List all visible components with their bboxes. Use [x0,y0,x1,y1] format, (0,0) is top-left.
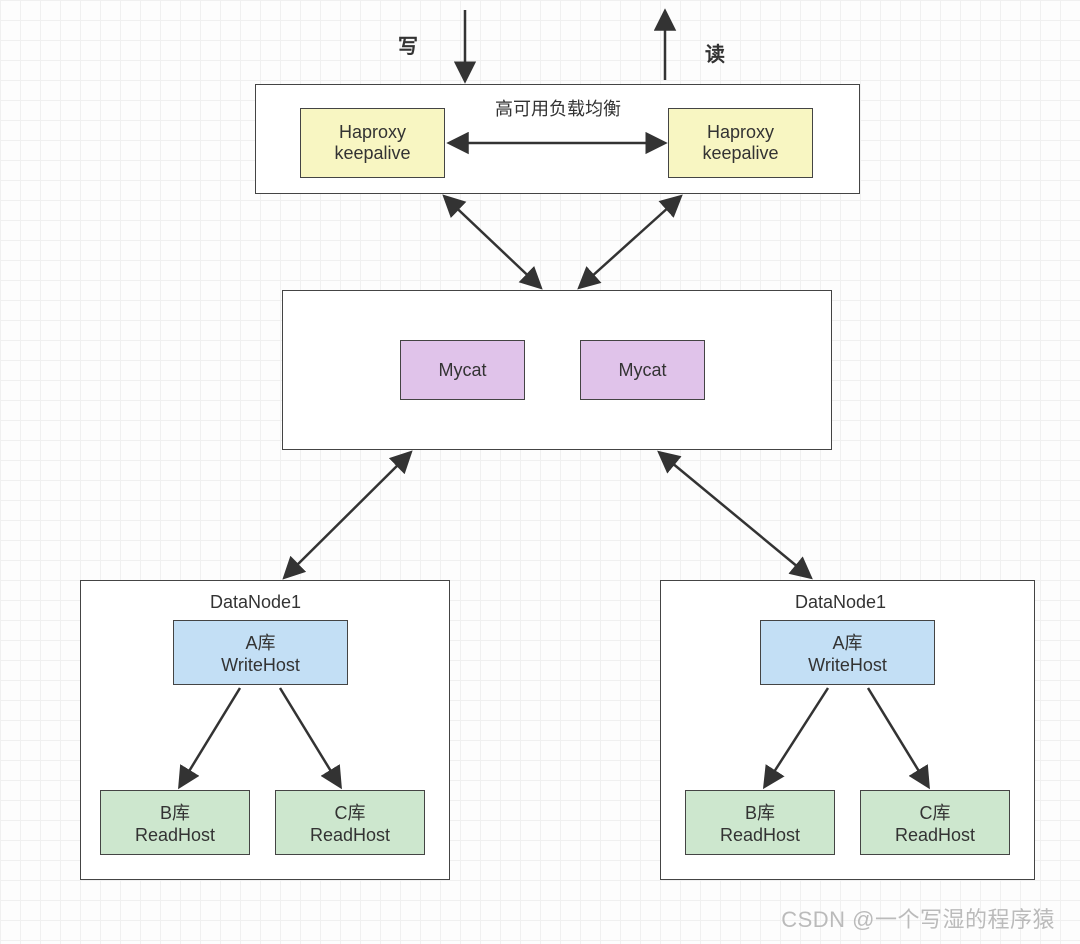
mycat-left-label: Mycat [438,360,486,381]
mycat-left: Mycat [400,340,525,400]
datanode-left-readC: C库 ReadHost [275,790,425,855]
datanode-right-readC-line2: ReadHost [895,825,975,846]
mycat-group [282,290,832,450]
haproxy-left-line2: keepalive [334,143,410,164]
datanode-left-readC-line2: ReadHost [310,825,390,846]
mycat-right-label: Mycat [618,360,666,381]
watermark: CSDN @一个写湿的程序猿 [781,902,1055,934]
haproxy-left-line1: Haproxy [339,122,406,143]
datanode-right-readB-line2: ReadHost [720,825,800,846]
datanode-right-readB-line1: B库 [745,799,775,825]
haproxy-right: Haproxy keepalive [668,108,813,178]
datanode-left-title: DataNode1 [210,592,301,613]
datanode-right-title: DataNode1 [795,592,886,613]
datanode-left-readB: B库 ReadHost [100,790,250,855]
mycat-right: Mycat [580,340,705,400]
datanode-right-readC-line1: C库 [920,799,951,825]
ha-lb-label: 高可用负载均衡 [495,95,621,121]
haproxy-left: Haproxy keepalive [300,108,445,178]
datanode-left-readB-line2: ReadHost [135,825,215,846]
datanode-left-readC-line1: C库 [335,799,366,825]
datanode-right-write-line1: A库 [832,629,862,655]
datanode-right-readC: C库 ReadHost [860,790,1010,855]
datanode-right-write-line2: WriteHost [808,655,887,676]
haproxy-right-line2: keepalive [702,143,778,164]
read-label: 读 [705,38,725,67]
datanode-right-readB: B库 ReadHost [685,790,835,855]
datanode-left-write-line1: A库 [245,629,275,655]
datanode-right-write: A库 WriteHost [760,620,935,685]
write-label: 写 [398,30,418,59]
datanode-left-readB-line1: B库 [160,799,190,825]
datanode-left-write-line2: WriteHost [221,655,300,676]
datanode-left-write: A库 WriteHost [173,620,348,685]
haproxy-right-line1: Haproxy [707,122,774,143]
